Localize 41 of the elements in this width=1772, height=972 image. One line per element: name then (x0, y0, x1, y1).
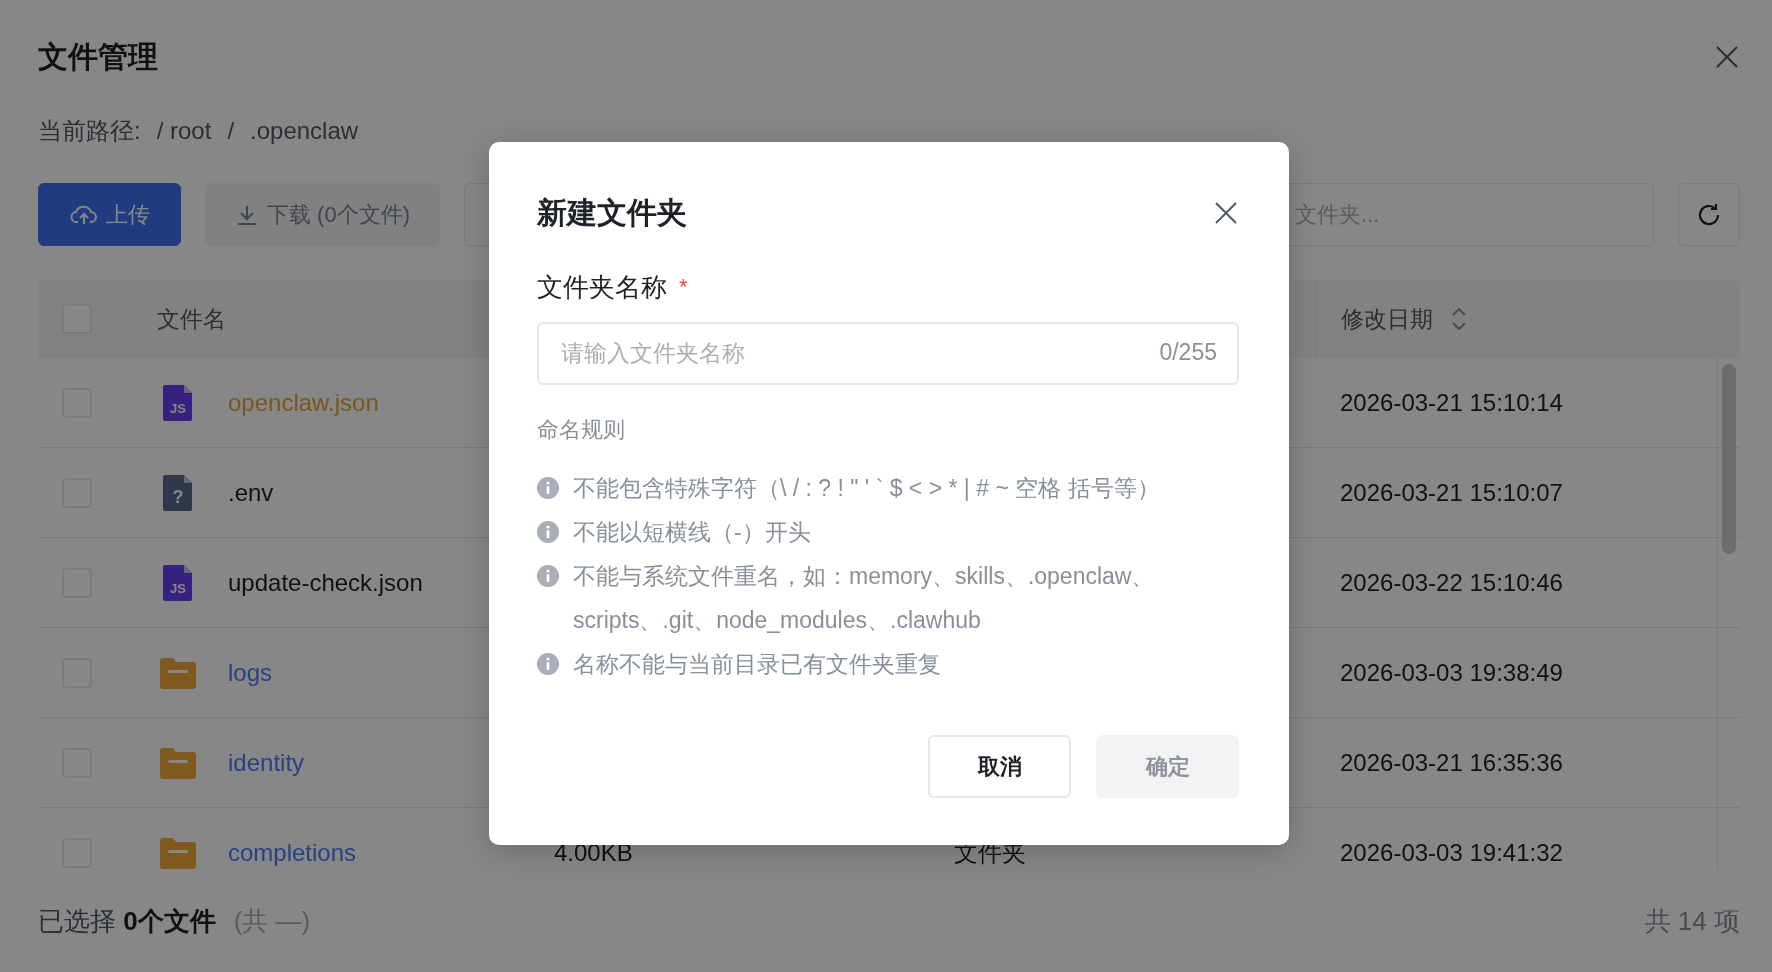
naming-rule: 不能包含特殊字符（\ / : ? ! " ' ` $ < > * | # ~ 空格 括号等） (573, 474, 1160, 503)
file-name[interactable]: .env (228, 478, 274, 507)
breadcrumb-item[interactable]: / (227, 117, 235, 145)
path-label: 当前路径: (38, 116, 141, 146)
date-cell-text: 2026-03-03 19:38:49 (1339, 658, 1563, 686)
naming-rule: 名称不能与当前目录已有文件夹重复 (573, 650, 941, 679)
file-name[interactable]: openclaw.json (228, 388, 379, 417)
field-label: 文件夹名称 (537, 271, 667, 304)
info-icon (537, 477, 559, 499)
info-icon (537, 521, 559, 543)
date-cell-text: 2026-03-21 15:10:07 (1339, 478, 1563, 506)
date-cell-text: 2026-03-03 19:41:32 (1339, 838, 1563, 866)
character-counter: 0/255 (1159, 339, 1217, 366)
close-icon[interactable] (1213, 200, 1239, 226)
breadcrumb-item[interactable]: .openclaw (250, 117, 359, 145)
naming-rule: 不能以短横线（-）开头 (573, 518, 811, 547)
sort-icon[interactable] (1451, 306, 1467, 332)
file-name[interactable]: update-check.json (228, 568, 423, 597)
page-title: 文件管理 (38, 38, 158, 75)
rules-title: 命名规则 (537, 416, 626, 444)
file-name[interactable]: identity (228, 748, 305, 777)
required-mark: * (679, 273, 688, 301)
file-name[interactable]: logs (228, 658, 273, 687)
item-count: 共 14 项 (1644, 905, 1740, 938)
info-icon (537, 565, 559, 587)
upload-button[interactable]: 上传 (38, 183, 181, 246)
refresh-button[interactable] (1678, 183, 1740, 246)
date-cell-text: 2026-03-21 16:35:36 (1339, 748, 1563, 776)
selection-summary: 已选择 0个文件 (38, 905, 216, 938)
column-header: 文件名 (157, 304, 226, 334)
breadcrumb-item[interactable]: / root (156, 117, 212, 145)
info-icon (537, 653, 559, 675)
scrollbar-thumb[interactable] (1722, 364, 1736, 554)
date-cell-text: 2026-03-22 15:10:46 (1339, 568, 1563, 596)
date-cell-text: 2026-03-21 15:10:14 (1339, 388, 1563, 416)
column-header[interactable]: 修改日期 (1341, 303, 1433, 335)
file-name[interactable]: completions (228, 838, 357, 867)
cancel-button[interactable]: 取消 (928, 735, 1071, 798)
dialog-title: 新建文件夹 (537, 195, 687, 231)
naming-rule: 不能与系统文件重名，如：memory、skills、.openclaw、scripts、.git、node_modules、.clawhub (573, 562, 1156, 635)
close-icon[interactable] (1714, 44, 1740, 70)
